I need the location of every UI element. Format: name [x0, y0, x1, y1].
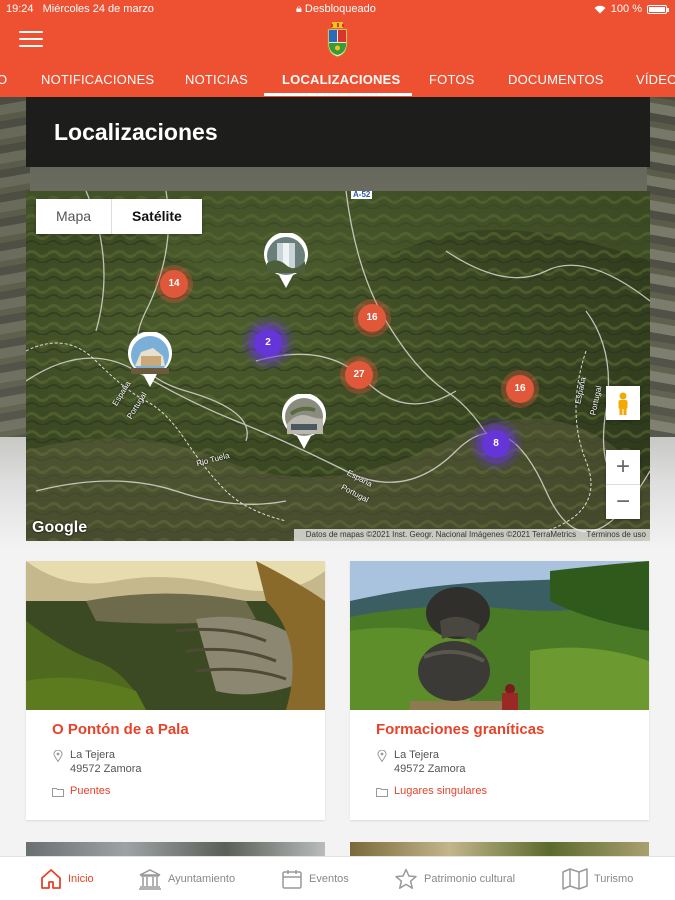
location-title: Formaciones graníticas	[376, 721, 545, 738]
status-time: 19:24	[6, 3, 34, 15]
address-line: 49572 Zamora	[394, 763, 466, 775]
road-shield: A-52	[351, 191, 373, 199]
lock-icon: 🔒︎	[296, 3, 302, 15]
page-title: Localizaciones	[54, 119, 218, 145]
nav-label: Ayuntamiento	[168, 873, 236, 885]
battery-icon	[647, 4, 669, 14]
location-card[interactable]: O Pontón de a Pala La Tejera 49572 Zamor…	[26, 561, 325, 820]
pegman-icon	[618, 392, 628, 415]
map-attribution: Datos de mapas ©2021 Inst. Geogr. Nacion…	[293, 529, 650, 541]
hamburger-line	[19, 31, 43, 33]
zoom-in-button[interactable]: +	[606, 450, 640, 484]
hamburger-line	[19, 38, 43, 40]
home-icon	[41, 869, 61, 889]
location-card[interactable]: Formaciones graníticas La Tejera 49572 Z…	[350, 561, 649, 820]
location-pin-icon	[53, 750, 63, 762]
location-photo-pin[interactable]	[263, 233, 309, 289]
map-cluster[interactable]: 27	[345, 361, 373, 389]
location-photo	[26, 561, 325, 710]
status-bar: 19:24 Miércoles 24 de marzo 🔒︎ Desbloque…	[0, 0, 675, 18]
location-photo-pin[interactable]	[127, 332, 173, 388]
map-cluster[interactable]: 14	[160, 270, 188, 298]
active-tab-indicator	[264, 93, 412, 96]
map-type-satelite[interactable]: Satélite	[111, 199, 202, 234]
app-header: 19:24 Miércoles 24 de marzo 🔒︎ Desbloque…	[0, 0, 675, 97]
bottom-navigation: Inicio Ayuntamiento Eventos Patrimonio c…	[0, 856, 675, 900]
granite-photo	[350, 561, 649, 710]
town-hall-icon	[139, 869, 161, 890]
star-icon	[395, 868, 417, 889]
folder-icon	[52, 788, 64, 797]
map-type-control: Mapa Satélite	[36, 199, 202, 234]
address-line: 49572 Zamora	[70, 763, 142, 775]
terms-link[interactable]: Términos de uso	[586, 530, 646, 539]
nav-eventos[interactable]: Eventos	[281, 857, 349, 900]
town-crest-logo	[327, 22, 348, 58]
address-line: La Tejera	[70, 749, 116, 761]
folder-icon	[376, 788, 388, 797]
map-type-mapa[interactable]: Mapa	[36, 199, 111, 234]
zoom-control: + −	[606, 450, 640, 519]
location-photo-pin[interactable]	[281, 394, 327, 450]
category-link[interactable]: Lugares singulares	[394, 785, 487, 797]
nav-label: Patrimonio cultural	[424, 873, 516, 885]
title-panel: Localizaciones	[26, 97, 650, 167]
map-terrain	[26, 191, 650, 541]
category-link[interactable]: Puentes	[70, 785, 110, 797]
map-view[interactable]: Mapa Satélite A-52 España Portugal Españ…	[26, 191, 650, 541]
status-date: Miércoles 24 de marzo	[42, 3, 154, 15]
map-cluster[interactable]: 2	[254, 329, 282, 357]
nav-inicio[interactable]: Inicio	[40, 857, 94, 900]
tab-videos[interactable]: VÍDEO	[636, 72, 675, 87]
location-card-partial[interactable]	[26, 842, 325, 856]
map-cluster[interactable]: 16	[358, 304, 386, 332]
nav-ayuntamiento[interactable]: Ayuntamiento	[138, 857, 235, 900]
nav-label: Eventos	[309, 873, 349, 885]
location-photo	[350, 561, 649, 710]
location-pin-icon	[377, 750, 387, 762]
map-icon	[562, 868, 588, 890]
tab-notificaciones[interactable]: NOTIFICACIONES	[41, 72, 154, 87]
lock-status: Desbloqueado	[304, 3, 376, 15]
tab-localizaciones[interactable]: LOCALIZACIONES	[282, 72, 400, 87]
location-card-partial[interactable]	[350, 842, 649, 856]
tab-noticias[interactable]: NOTICIAS	[185, 72, 248, 87]
zoom-out-button[interactable]: −	[606, 485, 640, 519]
nav-patrimonio-cultural[interactable]: Patrimonio cultural	[394, 857, 515, 900]
tab-fotos[interactable]: FOTOS	[429, 72, 475, 87]
wifi-icon	[594, 5, 606, 13]
map-cluster[interactable]: 16	[506, 375, 534, 403]
tab-partial[interactable]: O	[0, 72, 7, 87]
nav-turismo[interactable]: Turismo	[562, 857, 633, 900]
calendar-icon	[282, 870, 302, 889]
google-logo: Google	[32, 519, 88, 536]
location-address: La Tejera 49572 Zamora	[70, 748, 142, 776]
section-tabs: O NOTIFICACIONES NOTICIAS LOCALIZACIONES…	[0, 62, 675, 97]
hamburger-line	[19, 45, 43, 47]
menu-button[interactable]	[19, 31, 43, 48]
map-data-credit: Datos de mapas ©2021 Inst. Geogr. Nacion…	[305, 530, 577, 539]
dolmen-photo	[26, 561, 325, 710]
address-line: La Tejera	[394, 749, 440, 761]
nav-label: Turismo	[594, 873, 634, 885]
tab-documentos[interactable]: DOCUMENTOS	[508, 72, 604, 87]
location-address: La Tejera 49572 Zamora	[394, 748, 466, 776]
street-view-button[interactable]	[606, 386, 640, 420]
map-cluster[interactable]: 8	[482, 430, 510, 458]
location-title: O Pontón de a Pala	[52, 721, 189, 738]
battery-percent: 100 %	[610, 3, 642, 15]
nav-label: Inicio	[68, 873, 94, 885]
